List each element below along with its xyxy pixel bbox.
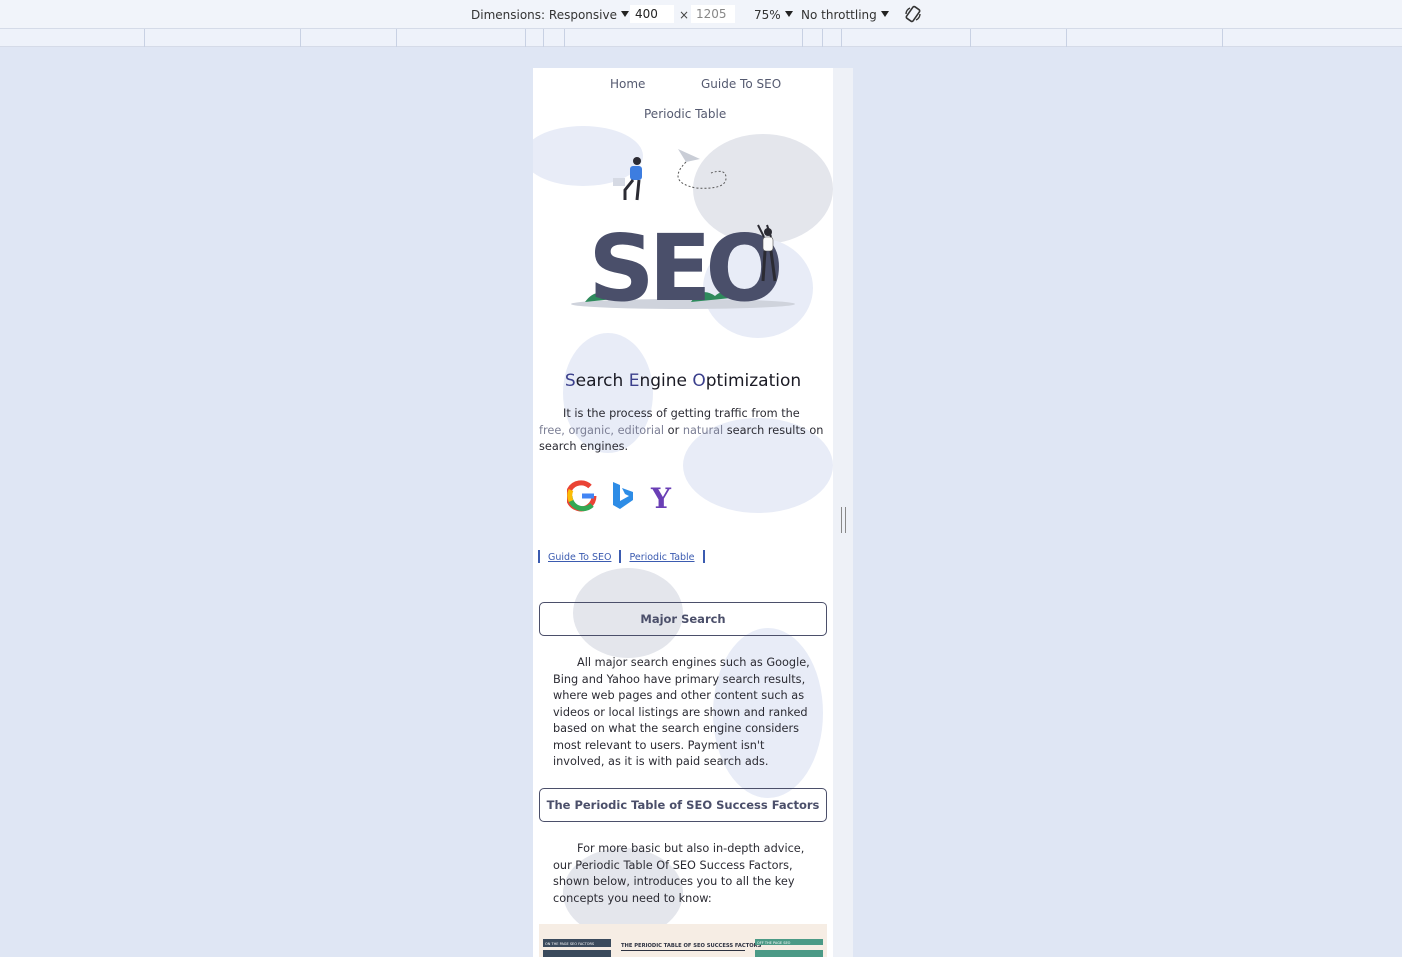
periodic-table-text: For more basic but also in-depth advice,… — [553, 842, 805, 905]
breakpoint-marker[interactable] — [1066, 29, 1067, 47]
chevron-down-icon — [620, 11, 629, 17]
top-nav: Home Guide To SEO Periodic Table — [533, 68, 833, 128]
nav-link-home[interactable]: Home — [610, 77, 645, 91]
infographic-preview: ON THE PAGE SEO FACTORS THE PERIODIC TAB… — [543, 939, 823, 957]
periodic-table-infographic: ON THE PAGE SEO FACTORS THE PERIODIC TAB… — [539, 924, 827, 957]
device-toolbar: Dimensions: Responsive × 75% No throttli… — [0, 0, 1402, 29]
svg-text:SEO: SEO — [588, 215, 779, 314]
breakpoint-marker[interactable] — [1222, 29, 1223, 47]
zoom-label: 75% — [754, 8, 781, 22]
breakpoint-marker[interactable] — [822, 29, 823, 47]
quick-links: Guide To SEO Periodic Table — [538, 550, 713, 563]
svg-text:ON THE PAGE SEO FACTORS: ON THE PAGE SEO FACTORS — [545, 942, 595, 946]
link-guide-to-seo[interactable]: Guide To SEO — [548, 552, 611, 563]
breakpoint-marker[interactable] — [841, 29, 842, 47]
link-periodic-table[interactable]: Periodic Table — [629, 552, 694, 563]
svg-text:OFF THE PAGE SEO: OFF THE PAGE SEO — [757, 941, 791, 945]
breakpoint-marker[interactable] — [564, 29, 565, 47]
breakpoint-marker[interactable] — [144, 29, 145, 47]
chevron-down-icon — [784, 11, 793, 17]
times-symbol: × — [679, 8, 690, 22]
zoom-dropdown[interactable]: 75% — [754, 7, 793, 23]
breakpoint-marker[interactable] — [970, 29, 971, 47]
rotate-icon[interactable] — [904, 5, 922, 23]
breakpoint-marker[interactable] — [543, 29, 544, 47]
chevron-down-icon — [880, 11, 889, 17]
dimensions-label: Dimensions: Responsive — [471, 8, 617, 22]
height-input[interactable] — [691, 5, 735, 23]
width-input[interactable] — [630, 5, 674, 23]
major-search-button[interactable]: Major Search — [539, 602, 827, 636]
nav-link-periodic[interactable]: Periodic Table — [644, 107, 726, 121]
breakpoint-marker[interactable] — [300, 29, 301, 47]
device-viewport: Home Guide To SEO Periodic Table SEO Sea… — [533, 68, 833, 957]
throttling-label: No throttling — [801, 8, 877, 22]
intro-text: It is the process of getting traffic fro… — [539, 407, 824, 453]
periodic-table-button[interactable]: The Periodic Table of SEO Success Factor… — [539, 788, 827, 822]
breakpoint-marker[interactable] — [396, 29, 397, 47]
seo-illustration: SEO — [571, 149, 795, 314]
page-title: Search Engine Optimization — [564, 371, 802, 391]
svg-text:Y: Y — [650, 482, 672, 512]
media-query-bar[interactable] — [0, 29, 1402, 47]
dimensions-dropdown[interactable]: Dimensions: Responsive — [471, 7, 629, 23]
google-icon — [567, 480, 597, 512]
resize-handle[interactable] — [841, 507, 846, 533]
breakpoint-marker[interactable] — [525, 29, 526, 47]
major-search-text: All major search engines such as Google,… — [553, 656, 810, 768]
yahoo-icon: Y — [650, 482, 672, 512]
breakpoint-marker[interactable] — [802, 29, 803, 47]
nav-link-guide[interactable]: Guide To SEO — [701, 77, 781, 91]
search-engine-logos: Y — [567, 480, 672, 512]
throttling-dropdown[interactable]: No throttling — [801, 7, 889, 23]
bing-icon — [613, 482, 633, 509]
svg-text:THE PERIODIC TABLE OF SEO SUCC: THE PERIODIC TABLE OF SEO SUCCESS FACTOR… — [621, 943, 762, 949]
